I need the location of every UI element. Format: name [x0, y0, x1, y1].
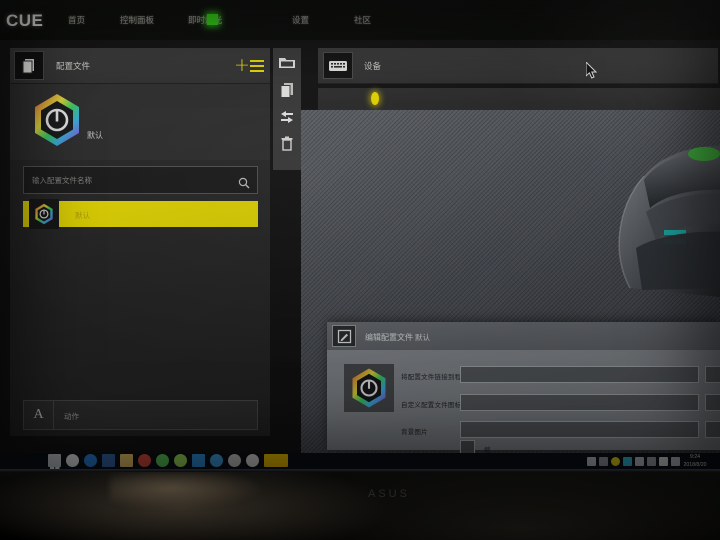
- icue-hex-logo: [32, 92, 82, 148]
- copy-icon[interactable]: [278, 81, 296, 99]
- taskbar-clock[interactable]: 9:24 2018/8/20: [678, 453, 712, 469]
- devices-panel-header: 设备: [318, 48, 718, 84]
- dialog-subtitle: 默认: [415, 333, 430, 342]
- nav-item-home[interactable]: 首页: [68, 14, 85, 26]
- app-top-bar: CUE 首页 控制面板 即时灯光 设置 社区: [0, 0, 720, 40]
- ime-icon[interactable]: [659, 456, 668, 466]
- tray-yellow-icon[interactable]: [611, 456, 620, 466]
- display-icon[interactable]: [635, 456, 644, 466]
- edit-pencil-icon: [332, 325, 356, 347]
- windows-taskbar: 9:24 2018/8/20: [0, 453, 720, 469]
- actions-letter-icon: A: [24, 401, 54, 429]
- monitor-screen: CUE 首页 控制面板 即时灯光 设置 社区 配置文件 + 默认 输入配置文件名…: [0, 0, 720, 469]
- add-profile-button[interactable]: +: [234, 56, 250, 75]
- app-blue-icon[interactable]: [192, 454, 205, 467]
- icue-icon[interactable]: [228, 454, 241, 467]
- task-view-icon[interactable]: [48, 454, 61, 467]
- default-profile-label: 默认: [87, 131, 103, 140]
- volume-icon[interactable]: [647, 456, 656, 466]
- mouse-cursor: [585, 60, 598, 80]
- nav-item-dashboard[interactable]: 控制面板: [120, 14, 154, 26]
- profiles-panel: 配置文件 + 默认 输入配置文件名称 默认 A 动作: [10, 48, 270, 436]
- keyboard-icon: [323, 52, 353, 79]
- swap-icon[interactable]: [278, 108, 296, 126]
- field-label: 自定义配置文件图标: [401, 401, 462, 409]
- trash-icon[interactable]: [278, 135, 296, 153]
- clock-date: 2018/8/20: [683, 461, 707, 468]
- profiles-panel-title: 配置文件: [56, 62, 91, 72]
- chrome-icon[interactable]: [138, 454, 151, 467]
- store-icon[interactable]: [102, 454, 115, 467]
- checkmark-icon[interactable]: [210, 454, 223, 467]
- edit-profile-dialog: 编辑配置文件 默认 将配置文件链接到程序 ... 自定义配置文件图标 .: [327, 322, 720, 469]
- clock-time: 9:24: [689, 454, 701, 460]
- dialog-header: 编辑配置文件 默认: [327, 322, 720, 350]
- profiles-panel-header: 配置文件 +: [10, 48, 270, 84]
- browse-button[interactable]: ...: [705, 421, 720, 438]
- edge-icon[interactable]: [84, 454, 97, 467]
- search-icon: [238, 174, 250, 189]
- devices-strip[interactable]: [318, 88, 720, 110]
- actions-label: 动作: [64, 412, 79, 421]
- network-icon[interactable]: [587, 456, 596, 466]
- profile-row-label: 默认: [75, 211, 90, 220]
- lighting-status-indicator: [207, 14, 218, 25]
- field-label: 背景图片: [401, 428, 428, 436]
- cortana-icon[interactable]: [66, 454, 79, 467]
- hand-silhouette: [110, 472, 370, 532]
- actions-bar[interactable]: A 动作: [23, 400, 258, 430]
- tray-cyan-icon[interactable]: [623, 456, 632, 466]
- link-program-input[interactable]: [460, 366, 699, 383]
- background-image-input[interactable]: [460, 421, 699, 438]
- thumbnail-background-checkbox[interactable]: [460, 440, 475, 454]
- qq-icon[interactable]: [174, 454, 187, 467]
- device-status-dot: [371, 92, 379, 105]
- icue-active-icon[interactable]: [264, 454, 288, 467]
- browse-button[interactable]: ...: [705, 366, 720, 383]
- dialog-profile-thumbnail[interactable]: [344, 364, 394, 412]
- gear-icon[interactable]: [246, 454, 259, 467]
- explorer-icon[interactable]: [120, 454, 133, 467]
- chevron-up-icon[interactable]: [599, 456, 608, 466]
- gaming-mouse-render: [600, 138, 720, 298]
- profiles-stack-icon: [14, 51, 44, 80]
- default-profile-card[interactable]: 默认: [10, 84, 270, 160]
- devices-panel-title: 设备: [364, 62, 382, 72]
- profile-tools-toolbar: [273, 48, 301, 170]
- hamburger-menu-icon[interactable]: [250, 60, 264, 72]
- icue-brand-logo: CUE: [6, 11, 44, 30]
- field-label: 将配置文件链接到程序: [401, 373, 468, 381]
- monitor-brand-logo: ASUS: [368, 488, 410, 500]
- photograph-of-monitor: CUE 首页 控制面板 即时灯光 设置 社区 配置文件 + 默认 输入配置文件名…: [0, 0, 720, 540]
- search-input[interactable]: [32, 167, 227, 193]
- custom-icon-input[interactable]: [460, 394, 699, 411]
- nav-item-settings[interactable]: 设置: [292, 14, 309, 26]
- nav-item-community[interactable]: 社区: [354, 14, 371, 26]
- taskbar-pinned-items: [48, 454, 288, 467]
- monitor-bezel: [0, 469, 720, 472]
- browse-button[interactable]: ...: [705, 394, 720, 411]
- profile-search-box[interactable]: [23, 166, 258, 194]
- wechat-icon[interactable]: [156, 454, 169, 467]
- folder-icon[interactable]: [278, 54, 296, 72]
- dialog-title: 编辑配置文件: [365, 333, 413, 342]
- profile-row-icon: [29, 199, 59, 229]
- profile-list-item-selected[interactable]: 默认: [23, 199, 258, 229]
